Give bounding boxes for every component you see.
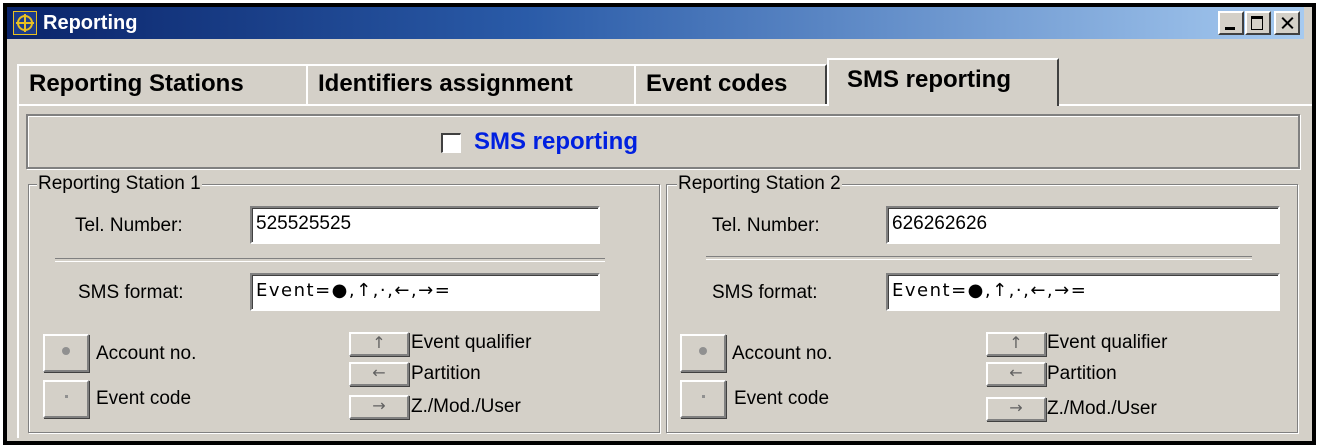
event-code-button[interactable] <box>43 380 89 418</box>
reporting-station-1-title: Reporting Station 1 <box>37 173 202 195</box>
tab-event-codes[interactable]: Event codes <box>634 64 827 104</box>
sms-reporting-checkbox[interactable] <box>441 133 461 153</box>
partition-label: Partition <box>1047 363 1117 384</box>
arrow-up-icon: ↑ <box>1009 333 1023 352</box>
tab-sms-reporting[interactable]: SMS reporting <box>827 58 1059 106</box>
zone-module-user-label: Z./Mod./User <box>411 396 521 417</box>
sms-format-field-2[interactable]: Event=●,↑,·,←,→= <box>886 273 1280 311</box>
event-code-button[interactable] <box>680 380 726 418</box>
arrow-right-icon: → <box>372 396 386 415</box>
event-code-label: Event code <box>96 388 192 409</box>
partition-button[interactable]: ← <box>986 362 1046 386</box>
tel-number-field-1[interactable]: 525525525 <box>250 206 600 244</box>
separator <box>706 256 1252 260</box>
account-no-button[interactable] <box>43 334 89 372</box>
tel-number-label: Tel. Number: <box>712 215 820 236</box>
account-no-label: Account no. <box>96 343 197 364</box>
event-qualifier-label: Event qualifier <box>1047 332 1168 353</box>
sms-reporting-box <box>26 114 1300 169</box>
small-dot-icon <box>701 395 705 399</box>
event-qualifier-button[interactable]: ↑ <box>986 332 1046 356</box>
partition-label: Partition <box>411 363 481 384</box>
account-no-button[interactable] <box>680 334 726 372</box>
small-dot-icon <box>64 395 68 399</box>
event-qualifier-label: Event qualifier <box>411 332 532 353</box>
arrow-up-icon: ↑ <box>372 333 386 352</box>
arrow-right-icon: → <box>1009 398 1023 417</box>
event-code-label: Event code <box>734 388 830 409</box>
arrow-left-icon: ← <box>372 363 386 382</box>
sms-reporting-label[interactable]: SMS reporting <box>474 128 638 156</box>
close-icon[interactable] <box>1274 11 1300 35</box>
arrow-left-icon: ← <box>1009 363 1023 382</box>
separator <box>55 258 605 262</box>
window-title: Reporting <box>43 12 138 34</box>
sms-format-field-1[interactable]: Event=●,↑,·,←,→= <box>250 273 600 311</box>
zone-module-user-button[interactable]: → <box>986 397 1046 421</box>
partition-button[interactable]: ← <box>349 362 409 386</box>
tel-number-label: Tel. Number: <box>75 215 183 236</box>
account-no-label: Account no. <box>732 343 833 364</box>
minimize-icon[interactable] <box>1218 11 1244 35</box>
reporting-station-2-title: Reporting Station 2 <box>677 173 842 195</box>
dot-icon <box>699 346 707 355</box>
zone-module-user-label: Z./Mod./User <box>1047 398 1157 419</box>
title-bar[interactable]: Reporting <box>7 7 1304 39</box>
event-qualifier-button[interactable]: ↑ <box>349 332 409 356</box>
tab-reporting-stations[interactable]: Reporting Stations <box>17 64 308 104</box>
app-icon[interactable] <box>13 11 37 35</box>
dot-icon <box>62 346 70 355</box>
sms-format-label: SMS format: <box>78 282 184 303</box>
sms-format-label: SMS format: <box>712 282 818 303</box>
tel-number-field-2[interactable]: 626262626 <box>886 206 1280 244</box>
maximize-icon[interactable] <box>1245 11 1271 35</box>
tab-identifiers-assignment[interactable]: Identifiers assignment <box>306 64 637 104</box>
zone-module-user-button[interactable]: → <box>349 395 409 419</box>
